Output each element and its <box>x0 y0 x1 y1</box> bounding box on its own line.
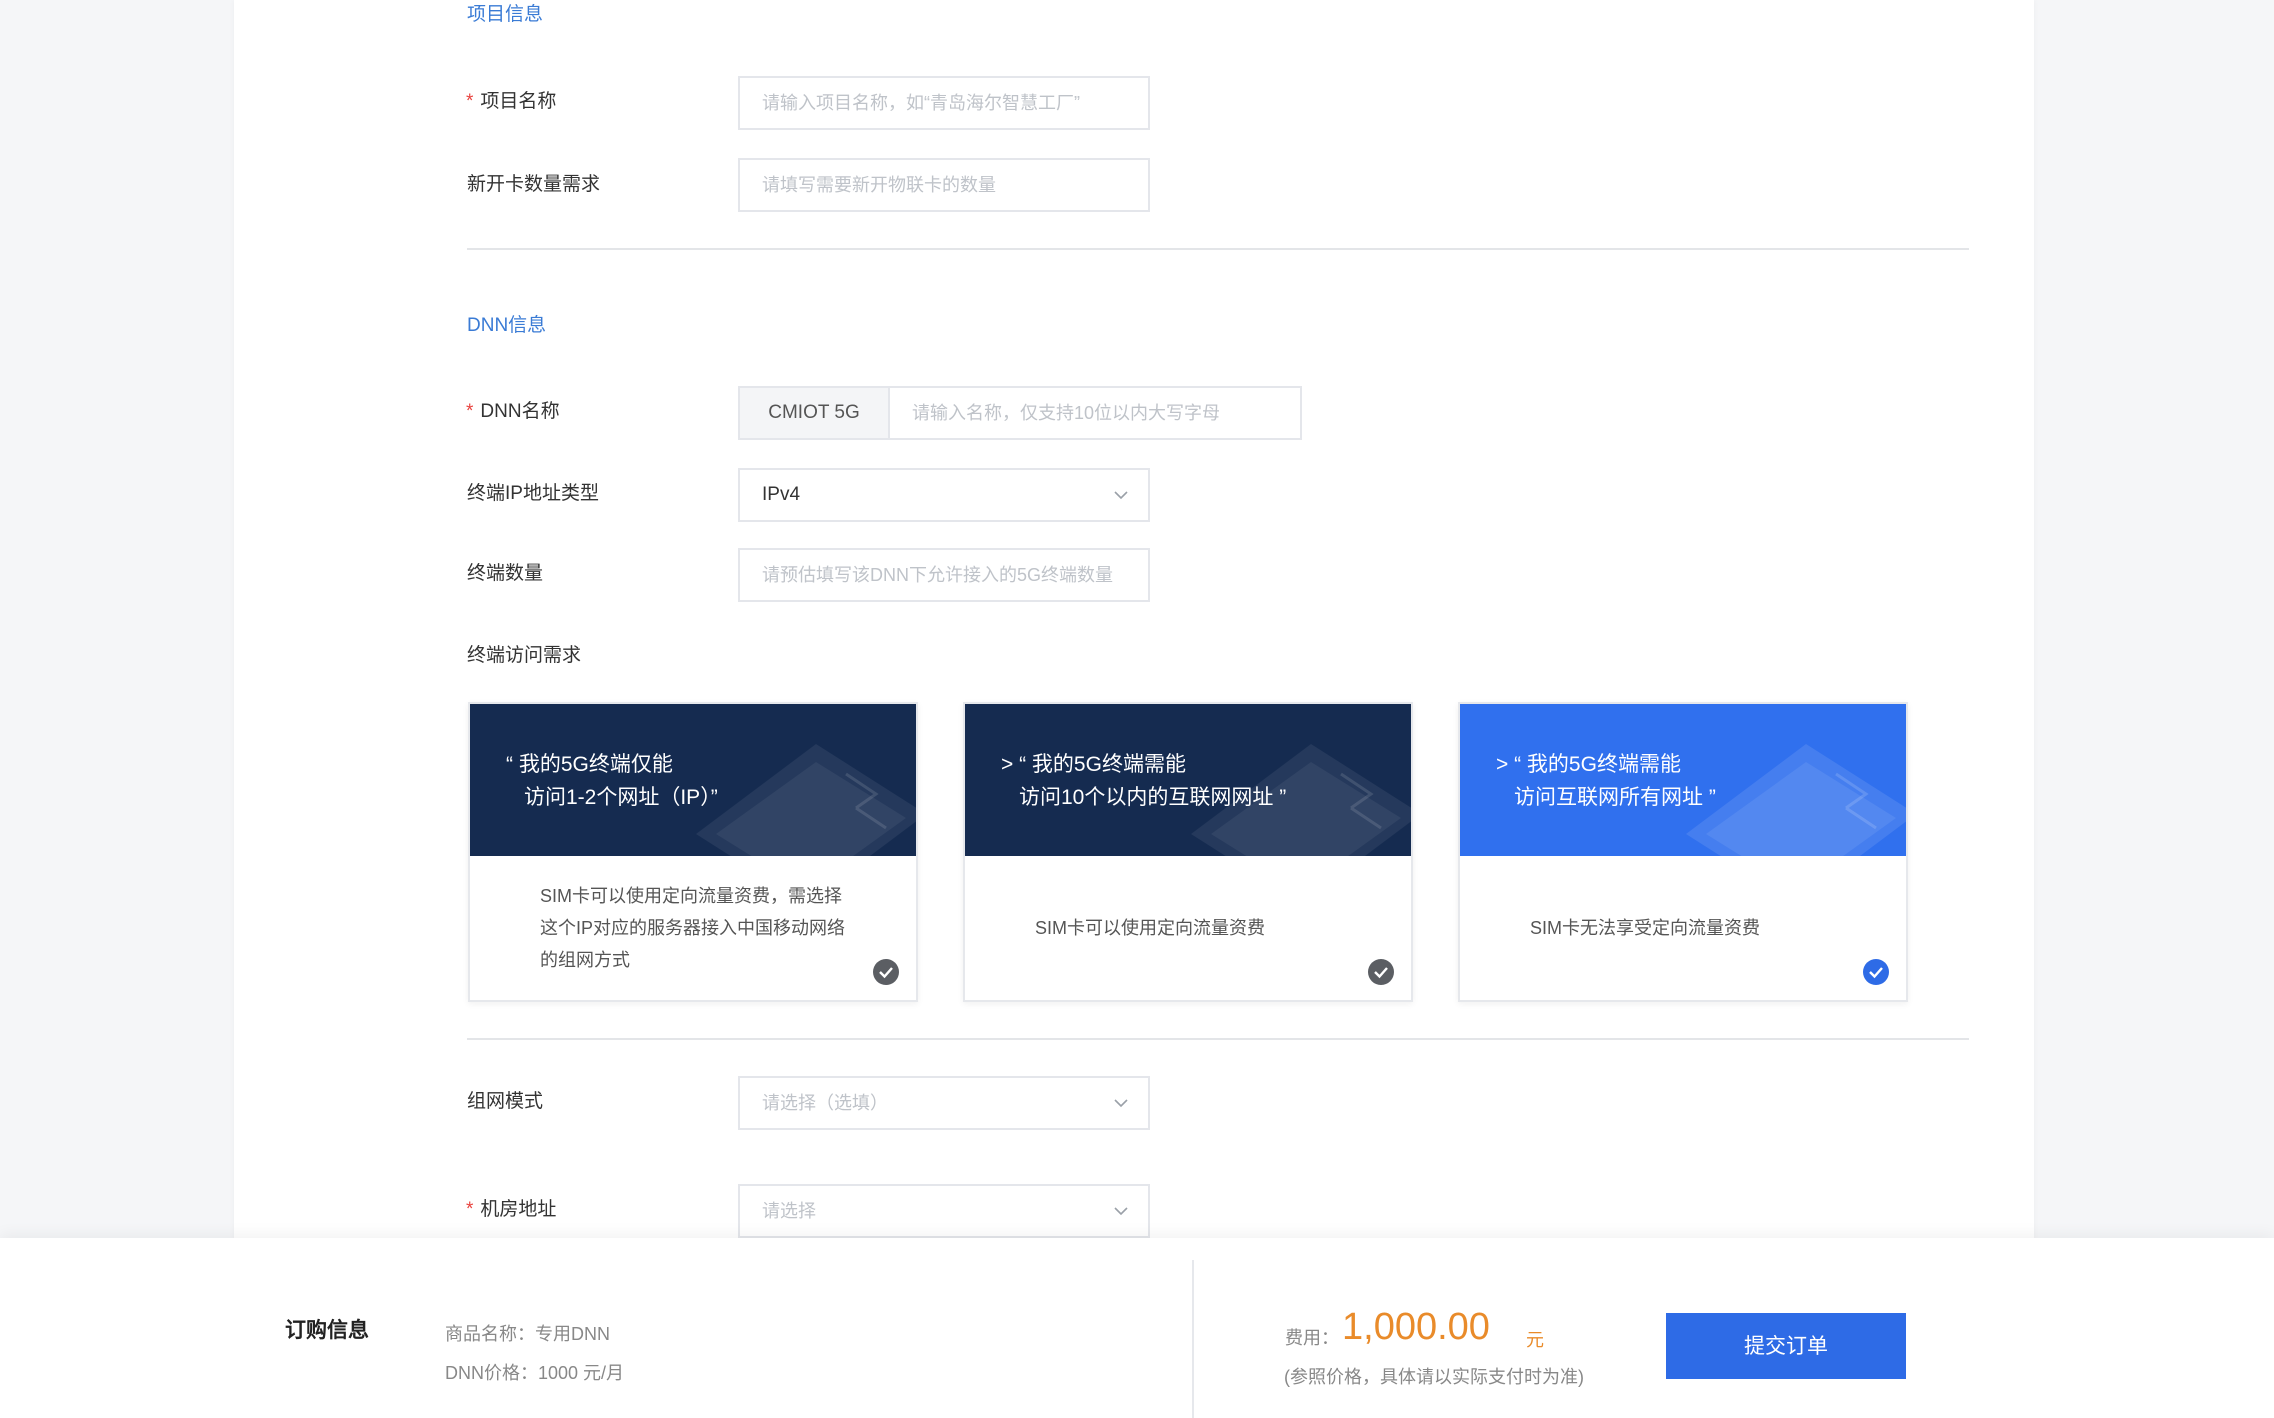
option-header: “ 我的5G终端仅能 访问1-2个网址（IP）” <box>470 704 916 856</box>
network-mode-label: 组网模式 <box>467 1091 544 1112</box>
fee-unit: 元 <box>1526 1330 1544 1350</box>
network-mode-select[interactable]: 请选择（选填） <box>738 1076 1150 1130</box>
option-desc-line-2: 这个IP对应的服务器接入中国移动网络 <box>540 918 846 938</box>
dnn-price-text: DNN价格：1000 元/月 <box>445 1363 625 1383</box>
access-option-card-1[interactable]: “ 我的5G终端仅能 访问1-2个网址（IP）” SIM卡可以使用定向流量资费，… <box>468 702 918 1002</box>
ip-type-select[interactable]: IPv4 <box>738 468 1150 522</box>
room-address-label-text: 机房地址 <box>480 1199 557 1220</box>
access-option-card-2[interactable]: > “ 我的5G终端需能 访问10个以内的互联网网址 ” SIM卡可以使用定向流… <box>963 702 1413 1002</box>
option-title: > “ 我的5G终端需能 访问10个以内的互联网网址 ” <box>1001 748 1286 814</box>
required-mark: * <box>466 91 474 112</box>
card-count-label: 新开卡数量需求 <box>467 174 601 195</box>
option-desc-line-3: 的组网方式 <box>540 950 630 970</box>
dnn-prefix-addon: CMIOT 5G <box>738 386 890 440</box>
order-footer: 订购信息 商品名称：专用DNN DNN价格：1000 元/月 费用： 1,000… <box>0 1238 2274 1418</box>
project-name-input[interactable]: 请输入项目名称，如“青岛海尔智慧工厂” <box>738 76 1150 130</box>
fee-note: (参照价格，具体请以实际支付时为准) <box>1284 1367 1584 1387</box>
5g-chip-decoration-icon <box>1686 744 1906 856</box>
option-title-line-2: 访问10个以内的互联网网址 ” <box>1019 786 1287 809</box>
check-circle-selected-icon <box>1863 959 1889 985</box>
ip-type-value: IPv4 <box>762 484 801 505</box>
product-name-text: 商品名称：专用DNN <box>445 1324 610 1344</box>
dnn-name-input[interactable]: 请输入名称，仅支持10位以内大写字母 <box>888 386 1302 440</box>
fee-value: 1,000.00 <box>1342 1306 1490 1348</box>
section-divider <box>467 248 1969 250</box>
terminal-count-input[interactable]: 请预估填写该DNN下允许接入的5G终端数量 <box>738 548 1150 602</box>
option-title-line-2: 访问互联网所有网址 ” <box>1514 786 1716 809</box>
option-title: “ 我的5G终端仅能 访问1-2个网址（IP）” <box>506 748 718 814</box>
room-address-select[interactable]: 请选择 <box>738 1184 1150 1238</box>
option-header: > “ 我的5G终端需能 访问互联网所有网址 ” <box>1460 704 1906 856</box>
chevron-down-icon <box>1114 1099 1128 1108</box>
dnn-name-label-text: DNN名称 <box>480 401 560 422</box>
option-description: SIM卡可以使用定向流量资费 <box>1035 912 1265 944</box>
project-section-title: 项目信息 <box>467 4 544 25</box>
option-desc-line-1: SIM卡可以使用定向流量资费 <box>1035 918 1265 938</box>
room-address-label: * 机房地址 <box>466 1194 556 1221</box>
option-desc-line-1: SIM卡可以使用定向流量资费，需选择 <box>540 886 842 906</box>
access-requirement-label: 终端访问需求 <box>467 645 582 666</box>
footer-divider <box>1192 1260 1194 1418</box>
chevron-down-icon <box>1114 1207 1128 1216</box>
required-mark: * <box>466 401 474 422</box>
access-option-card-3[interactable]: > “ 我的5G终端需能 访问互联网所有网址 ” SIM卡无法享受定向流量资费 <box>1458 702 1908 1002</box>
network-mode-placeholder: 请选择（选填） <box>762 1093 888 1113</box>
project-name-label: * 项目名称 <box>466 86 556 113</box>
terminal-count-label: 终端数量 <box>467 563 544 584</box>
section-divider <box>467 1038 1969 1040</box>
project-name-label-text: 项目名称 <box>480 91 557 112</box>
option-header: > “ 我的5G终端需能 访问10个以内的互联网网址 ” <box>965 704 1411 856</box>
order-info-title: 订购信息 <box>285 1319 369 1342</box>
dnn-section-title: DNN信息 <box>467 315 547 336</box>
option-description: SIM卡可以使用定向流量资费，需选择 这个IP对应的服务器接入中国移动网络 的组… <box>540 880 845 976</box>
required-mark: * <box>466 1199 474 1220</box>
option-description: SIM卡无法享受定向流量资费 <box>1530 912 1760 944</box>
card-count-input[interactable]: 请填写需要新开物联卡的数量 <box>738 158 1150 212</box>
option-title: > “ 我的5G终端需能 访问互联网所有网址 ” <box>1496 748 1716 814</box>
room-address-placeholder: 请选择 <box>762 1201 816 1221</box>
option-title-line-1: > “ 我的5G终端需能 <box>1001 753 1186 776</box>
ip-type-label: 终端IP地址类型 <box>467 483 599 504</box>
5g-chip-decoration-icon <box>696 744 916 856</box>
check-circle-icon <box>873 959 899 985</box>
option-title-line-1: > “ 我的5G终端需能 <box>1496 753 1681 776</box>
option-desc-line-1: SIM卡无法享受定向流量资费 <box>1530 918 1760 938</box>
check-circle-icon <box>1368 959 1394 985</box>
dnn-name-label: * DNN名称 <box>466 396 560 423</box>
option-title-line-1: “ 我的5G终端仅能 <box>506 753 673 776</box>
submit-order-button[interactable]: 提交订单 <box>1666 1313 1906 1379</box>
fee-label: 费用： <box>1285 1328 1339 1348</box>
chevron-down-icon <box>1114 491 1128 500</box>
option-title-line-2: 访问1-2个网址（IP）” <box>524 786 718 809</box>
